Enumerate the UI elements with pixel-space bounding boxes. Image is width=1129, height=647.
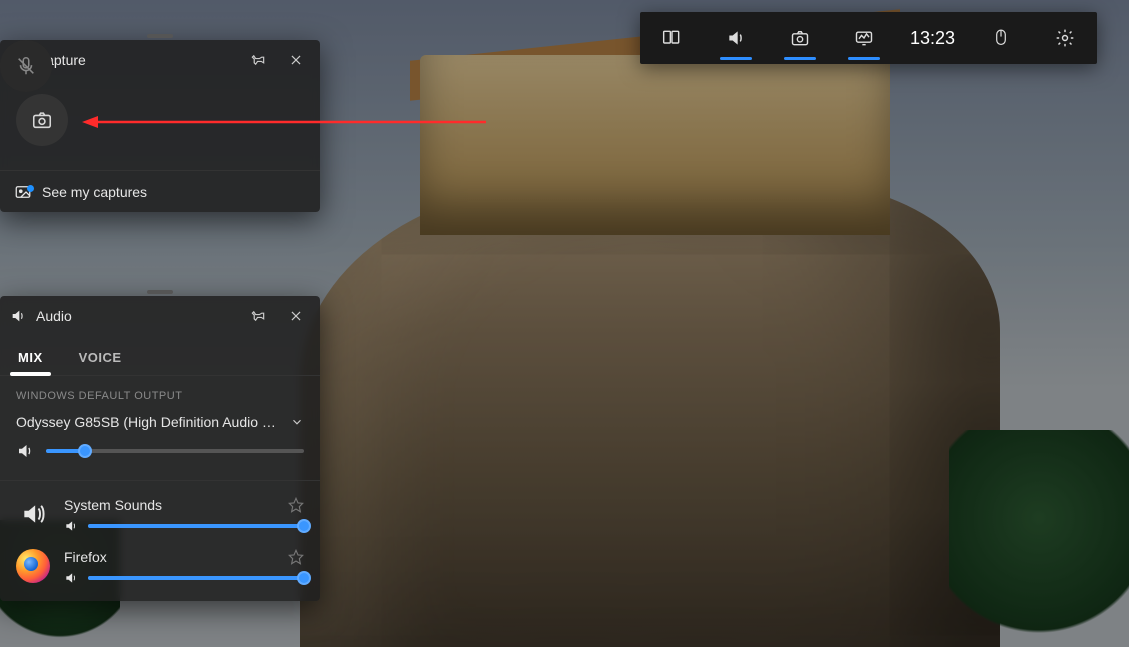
firefox-icon [16, 549, 50, 583]
audio-panel: Audio MIX VOICE WINDOWS DEFAULT OUTPUT O… [0, 296, 320, 601]
mic-toggle-button[interactable] [0, 40, 52, 92]
device-name: Odyssey G85SB (High Definition Audio D..… [16, 414, 282, 430]
master-volume-slider[interactable] [46, 449, 304, 453]
app-volume-slider[interactable] [88, 576, 304, 580]
capture-panel: Capture [0, 40, 320, 212]
screenshot-button[interactable] [16, 94, 68, 146]
pin-button[interactable] [244, 46, 272, 74]
settings-button[interactable] [1033, 12, 1097, 64]
speaker-icon [10, 308, 26, 324]
performance-button[interactable] [832, 12, 896, 64]
close-icon [289, 309, 303, 323]
section-label: WINDOWS DEFAULT OUTPUT [0, 376, 320, 408]
speaker-icon [16, 442, 34, 460]
divider [0, 480, 320, 481]
notification-dot [27, 185, 34, 192]
camera-icon [31, 109, 53, 131]
pin-button[interactable] [244, 302, 272, 330]
app-name: System Sounds [64, 497, 288, 513]
panel-title: Capture [36, 52, 234, 68]
camera-icon [790, 28, 810, 48]
tab-mix[interactable]: MIX [10, 350, 51, 375]
close-button[interactable] [282, 46, 310, 74]
speaker-icon [64, 571, 78, 585]
widgets-button[interactable] [640, 12, 704, 64]
app-volume-row: System Sounds [0, 485, 320, 537]
mouse-icon [992, 28, 1010, 48]
audio-button[interactable] [704, 12, 768, 64]
speaker-icon [64, 519, 78, 533]
tab-voice[interactable]: VOICE [71, 350, 130, 375]
app-volume-row: Firefox [0, 537, 320, 601]
capture-button[interactable] [768, 12, 832, 64]
mouse-button[interactable] [969, 12, 1033, 64]
system-sounds-icon [16, 497, 50, 531]
star-icon [288, 497, 304, 513]
favorite-toggle[interactable] [288, 497, 304, 513]
widgets-icon [662, 28, 682, 48]
see-captures-label: See my captures [42, 184, 147, 200]
mic-off-icon [15, 55, 37, 77]
close-button[interactable] [282, 302, 310, 330]
chevron-down-icon [290, 415, 304, 429]
drag-handle[interactable] [147, 34, 173, 38]
performance-icon [854, 28, 874, 48]
star-icon [288, 549, 304, 565]
drag-handle[interactable] [147, 290, 173, 294]
gear-icon [1055, 28, 1075, 48]
see-captures-link[interactable]: See my captures [0, 170, 320, 212]
favorite-toggle[interactable] [288, 549, 304, 565]
output-device-dropdown[interactable]: Odyssey G85SB (High Definition Audio D..… [0, 408, 320, 434]
app-volume-slider[interactable] [88, 524, 304, 528]
app-name: Firefox [64, 549, 288, 565]
close-icon [289, 53, 303, 67]
panel-title: Audio [36, 308, 234, 324]
pin-icon [250, 308, 266, 324]
speaker-icon [726, 28, 746, 48]
clock: 13:23 [896, 12, 969, 64]
pin-icon [250, 52, 266, 68]
gamebar-topbar: 13:23 [640, 12, 1097, 64]
